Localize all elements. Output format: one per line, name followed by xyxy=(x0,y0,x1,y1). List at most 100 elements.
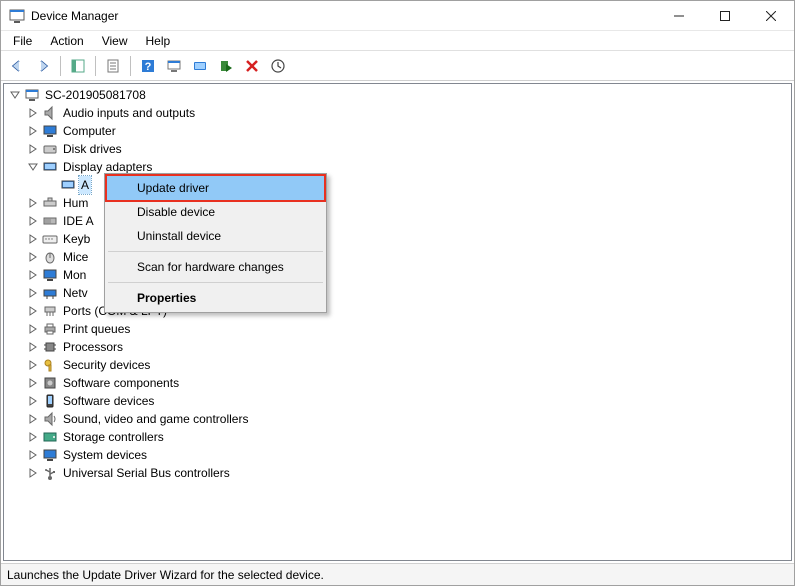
collapse-icon[interactable] xyxy=(26,160,40,174)
node-label: Security devices xyxy=(61,356,152,374)
audio-icon xyxy=(42,105,58,121)
expand-icon[interactable] xyxy=(26,340,40,354)
context-menu-uninstall-device[interactable]: Uninstall device xyxy=(107,224,324,248)
monitor-icon xyxy=(42,267,58,283)
forward-button[interactable] xyxy=(31,54,55,78)
expand-icon[interactable] xyxy=(26,430,40,444)
keyboard-icon xyxy=(42,231,58,247)
disable-device-button[interactable] xyxy=(214,54,238,78)
node-label: System devices xyxy=(61,446,149,464)
node-label: Storage controllers xyxy=(61,428,166,446)
context-menu-disable-device[interactable]: Disable device xyxy=(107,200,324,224)
node-label: Hum xyxy=(61,194,90,212)
expand-icon[interactable] xyxy=(26,214,40,228)
ports-icon xyxy=(42,303,58,319)
expand-icon[interactable] xyxy=(26,448,40,462)
expand-icon[interactable] xyxy=(26,196,40,210)
printer-icon xyxy=(42,321,58,337)
window-title: Device Manager xyxy=(31,9,118,23)
menu-view[interactable]: View xyxy=(94,32,136,50)
back-button[interactable] xyxy=(5,54,29,78)
expand-icon[interactable] xyxy=(26,268,40,282)
status-text: Launches the Update Driver Wizard for th… xyxy=(7,568,324,582)
expand-icon[interactable] xyxy=(26,286,40,300)
node-label: SC-201905081708 xyxy=(43,86,148,104)
node-label: Print queues xyxy=(61,320,132,338)
tree-pane[interactable]: SC-201905081708 Audio inputs and outputs… xyxy=(3,83,792,561)
hid-icon xyxy=(42,195,58,211)
expand-icon[interactable] xyxy=(26,232,40,246)
node-label: Software devices xyxy=(61,392,156,410)
tree-node-storage[interactable]: Storage controllers xyxy=(8,428,791,446)
context-menu-update-driver[interactable]: Update driver xyxy=(107,176,324,200)
update-driver-button[interactable] xyxy=(188,54,212,78)
storage-icon xyxy=(42,429,58,445)
expand-icon[interactable] xyxy=(26,250,40,264)
scan-for-changes-button[interactable] xyxy=(266,54,290,78)
tree-node-sound[interactable]: Sound, video and game controllers xyxy=(8,410,791,428)
ide-icon xyxy=(42,213,58,229)
tree-node-print-queues[interactable]: Print queues xyxy=(8,320,791,338)
expand-icon[interactable] xyxy=(26,124,40,138)
titlebar: Device Manager xyxy=(1,1,794,31)
tree-root[interactable]: SC-201905081708 xyxy=(8,86,791,104)
expand-icon[interactable] xyxy=(26,322,40,336)
tree-node-disk[interactable]: Disk drives xyxy=(8,140,791,158)
node-label: Computer xyxy=(61,122,118,140)
statusbar: Launches the Update Driver Wizard for th… xyxy=(1,563,794,585)
node-label: A xyxy=(79,176,91,194)
expand-icon[interactable] xyxy=(26,142,40,156)
expand-icon[interactable] xyxy=(8,88,22,102)
expand-icon[interactable] xyxy=(26,376,40,390)
node-label: Audio inputs and outputs xyxy=(61,104,197,122)
display-adapter-icon xyxy=(60,177,76,193)
uninstall-device-button[interactable] xyxy=(240,54,264,78)
context-menu-separator xyxy=(108,251,323,252)
expand-icon[interactable] xyxy=(26,394,40,408)
tree-node-security[interactable]: Security devices xyxy=(8,356,791,374)
node-label: IDE A xyxy=(61,212,96,230)
software-device-icon xyxy=(42,393,58,409)
app-icon xyxy=(9,8,25,24)
help-button[interactable]: ? xyxy=(136,54,160,78)
usb-icon xyxy=(42,465,58,481)
node-label: Mice xyxy=(61,248,90,266)
expand-icon[interactable] xyxy=(26,304,40,318)
security-icon xyxy=(42,357,58,373)
node-label: Processors xyxy=(61,338,125,356)
close-button[interactable] xyxy=(748,1,794,31)
software-component-icon xyxy=(42,375,58,391)
scan-hardware-button[interactable] xyxy=(162,54,186,78)
expand-icon[interactable] xyxy=(26,106,40,120)
expand-icon[interactable] xyxy=(26,358,40,372)
tree-node-software-devices[interactable]: Software devices xyxy=(8,392,791,410)
tree-node-processors[interactable]: Processors xyxy=(8,338,791,356)
menubar: File Action View Help xyxy=(1,31,794,51)
tree-node-system[interactable]: System devices xyxy=(8,446,791,464)
context-menu-separator xyxy=(108,282,323,283)
expand-icon[interactable] xyxy=(26,412,40,426)
menu-help[interactable]: Help xyxy=(138,32,179,50)
computer-icon xyxy=(24,87,40,103)
node-label: Sound, video and game controllers xyxy=(61,410,250,428)
show-hide-console-tree-button[interactable] xyxy=(66,54,90,78)
tree-node-audio[interactable]: Audio inputs and outputs xyxy=(8,104,791,122)
display-adapter-icon xyxy=(42,159,58,175)
properties-button[interactable] xyxy=(101,54,125,78)
maximize-button[interactable] xyxy=(702,1,748,31)
context-menu: Update driver Disable device Uninstall d… xyxy=(104,173,327,313)
tree-node-usb[interactable]: Universal Serial Bus controllers xyxy=(8,464,791,482)
menu-action[interactable]: Action xyxy=(42,32,91,50)
tree-node-computer[interactable]: Computer xyxy=(8,122,791,140)
context-menu-properties[interactable]: Properties xyxy=(107,286,324,310)
expand-icon[interactable] xyxy=(26,466,40,480)
node-label: Software components xyxy=(61,374,181,392)
cpu-icon xyxy=(42,339,58,355)
tree-node-software-components[interactable]: Software components xyxy=(8,374,791,392)
node-label: Disk drives xyxy=(61,140,124,158)
network-icon xyxy=(42,285,58,301)
minimize-button[interactable] xyxy=(656,1,702,31)
context-menu-scan-hardware[interactable]: Scan for hardware changes xyxy=(107,255,324,279)
disk-icon xyxy=(42,141,58,157)
menu-file[interactable]: File xyxy=(5,32,40,50)
